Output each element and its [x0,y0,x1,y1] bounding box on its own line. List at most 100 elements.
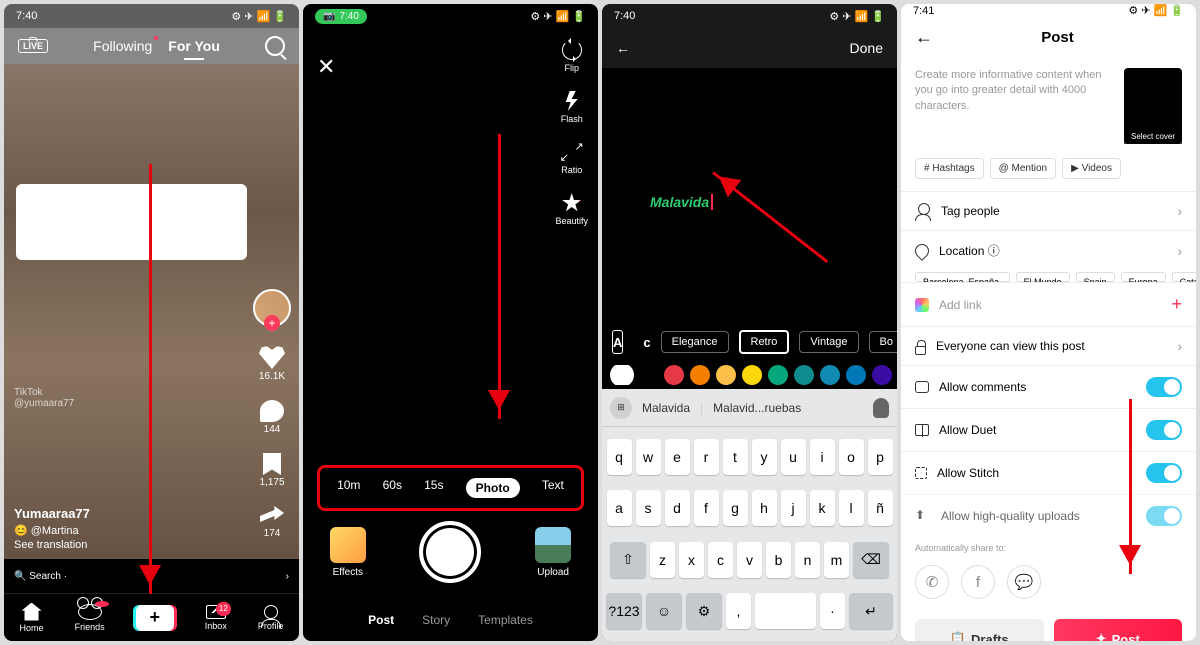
keyboard-key[interactable]: l [839,490,864,526]
location-chip[interactable]: Europa [1121,272,1166,282]
location-chip[interactable]: El Mundo [1016,272,1070,282]
drafts-button[interactable]: 📋 Drafts [915,619,1044,641]
chip-hashtags[interactable]: # Hashtags [915,158,984,179]
keyboard-key[interactable]: o [839,439,864,475]
row-privacy[interactable]: Everyone can view this post› [901,326,1196,365]
keyboard-key[interactable]: w [636,439,661,475]
keyboard-key[interactable] [755,593,816,629]
nav-inbox[interactable]: Inbox12 [205,605,227,631]
color-swatch[interactable] [664,365,684,385]
font-retro[interactable]: Retro [739,330,790,354]
toggle-hq[interactable] [1146,506,1182,526]
color-swatch[interactable] [872,365,892,385]
select-cover[interactable] [1124,68,1182,144]
keyboard-key[interactable]: s [636,490,661,526]
tool-beautify[interactable]: Beautify [555,193,588,226]
gif-button[interactable]: ⊞ [610,397,632,419]
keyboard-key[interactable]: t [723,439,748,475]
keyboard-key[interactable]: f [694,490,719,526]
keyboard-key[interactable]: , [726,593,751,629]
keyboard-key[interactable]: d [665,490,690,526]
nav-create[interactable]: + [136,605,174,631]
comment-button[interactable]: 144 [260,400,284,435]
share-message[interactable]: 💬 [1007,565,1041,599]
keyboard-key[interactable]: m [824,542,849,578]
mode-photo[interactable]: Photo [466,478,520,498]
tool-flash[interactable]: Flash [561,91,583,124]
close-button[interactable]: ✕ [317,54,335,80]
tab-templates[interactable]: Templates [478,613,533,627]
keyboard-key[interactable]: j [781,490,806,526]
mode-60s[interactable]: 60s [383,478,402,498]
nav-home[interactable]: Home [20,603,44,633]
tab-post[interactable]: Post [368,613,394,627]
keyboard-key[interactable]: y [752,439,777,475]
color-swatch[interactable] [612,365,632,385]
keyboard-key[interactable]: ⌫ [853,542,889,578]
chip-videos[interactable]: ▶ Videos [1062,158,1121,179]
toggle-duet[interactable] [1146,420,1182,440]
keyboard-key[interactable]: r [694,439,719,475]
post-button[interactable]: ✦ Post [1054,619,1183,641]
mention[interactable]: 😊 @Martina [14,524,90,537]
case-button[interactable]: c [643,330,650,354]
location-chip[interactable]: Spain [1076,272,1115,282]
color-swatch[interactable] [794,365,814,385]
color-swatch[interactable] [742,365,762,385]
tab-story[interactable]: Story [422,613,450,627]
location-chip[interactable]: Catalun [1172,272,1196,282]
keyboard-key[interactable]: ☺ [646,593,682,629]
color-swatch[interactable] [690,365,710,385]
bookmark-button[interactable]: 1,175 [259,453,284,488]
keyboard-key[interactable]: n [795,542,820,578]
author-name[interactable]: Yumaaraa77 [14,506,90,521]
tab-following[interactable]: Following [93,38,152,54]
author-avatar[interactable] [253,289,291,327]
keyboard-key[interactable]: z [650,542,675,578]
color-swatch[interactable] [716,365,736,385]
like-button[interactable]: 16.1K [259,345,285,382]
keyboard-key[interactable]: a [607,490,632,526]
keyboard-key[interactable]: ↵ [849,593,893,629]
caption-input[interactable]: Create more informative content when you… [915,68,1114,144]
see-translation[interactable]: See translation [14,539,90,551]
nav-friends[interactable]: Friends [75,604,105,632]
font-vintage[interactable]: Vintage [799,331,858,353]
color-swatch[interactable] [846,365,866,385]
keyboard-key[interactable]: ⇧ [610,542,646,578]
back-button[interactable]: ← [915,27,933,48]
keyboard-key[interactable]: g [723,490,748,526]
upload-button[interactable]: Upload [535,527,571,578]
video-feed[interactable]: 16.1K 144 1,175 174 TikTok@yumaara77 Yum… [4,64,299,559]
done-button[interactable]: Done [850,40,883,56]
color-swatch[interactable] [638,365,658,385]
mode-10m[interactable]: 10m [337,478,360,498]
effects-button[interactable]: Effects [330,527,366,578]
suggestion[interactable]: Malavid...ruebas [713,401,801,415]
keyboard-key[interactable]: q [607,439,632,475]
keyboard-key[interactable]: ?123 [606,593,642,629]
suggestion[interactable]: Malavida [642,401,690,415]
chip-mention[interactable]: @ Mention [990,158,1057,179]
row-add-link[interactable]: Add link+ [901,282,1196,326]
text-canvas[interactable]: Malavida A c Elegance Retro Vintage Bo [602,68,897,389]
tool-flip[interactable]: Flip [562,40,582,73]
font-elegance[interactable]: Elegance [661,331,729,353]
keyboard-key[interactable]: v [737,542,762,578]
mode-text[interactable]: Text [542,478,564,498]
keyboard-key[interactable]: u [781,439,806,475]
text-style-button[interactable]: A [612,330,623,354]
font-bold[interactable]: Bo [869,331,897,353]
keyboard-key[interactable]: b [766,542,791,578]
keyboard-key[interactable]: · [820,593,845,629]
row-location[interactable]: Location ⓘ› [901,230,1196,270]
toggle-stitch[interactable] [1146,463,1182,483]
live-icon[interactable]: LIVE [18,39,48,53]
keyboard-key[interactable]: h [752,490,777,526]
capture-button[interactable] [419,521,481,583]
back-button[interactable]: ← [616,40,630,56]
nav-profile[interactable]: Profile [258,605,284,631]
keyboard-key[interactable]: ñ [868,490,893,526]
share-facebook[interactable]: f [961,565,995,599]
tab-for-you[interactable]: For You [168,38,220,54]
